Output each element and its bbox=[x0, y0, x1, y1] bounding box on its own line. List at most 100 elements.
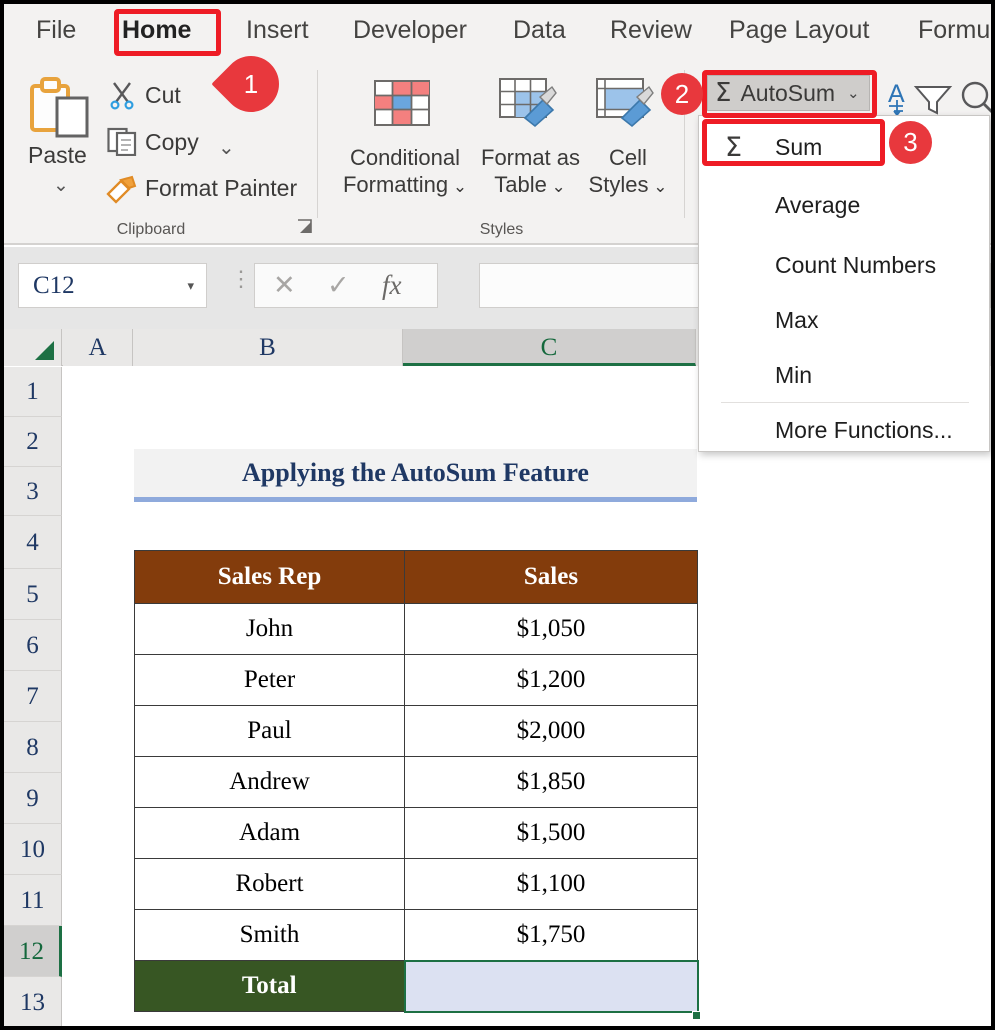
row-header-13[interactable]: 13 bbox=[4, 977, 62, 1026]
cell-styles-label[interactable]: Cell Styles ⌄ bbox=[587, 144, 669, 200]
table-total-row[interactable]: Total bbox=[135, 961, 698, 1012]
table-row[interactable]: John $1,050 bbox=[135, 604, 698, 655]
cell-sales[interactable]: $1,850 bbox=[405, 757, 698, 808]
name-box[interactable]: C12 ▾ bbox=[18, 263, 207, 308]
row-header-5[interactable]: 5 bbox=[4, 569, 62, 620]
tab-review[interactable]: Review bbox=[604, 12, 698, 48]
tab-page-layout[interactable]: Page Layout bbox=[723, 12, 875, 48]
tab-data[interactable]: Data bbox=[507, 12, 572, 48]
menu-item-label: Min bbox=[775, 362, 812, 389]
sheet-title-cell[interactable]: Applying the AutoSum Feature bbox=[134, 449, 697, 497]
clipboard-dialog-launcher-icon[interactable] bbox=[296, 218, 315, 237]
name-box-value: C12 bbox=[33, 272, 75, 300]
menu-item-label: Average bbox=[775, 192, 860, 219]
row-header-7[interactable]: 7 bbox=[4, 671, 62, 722]
table-row[interactable]: Robert $1,100 bbox=[135, 859, 698, 910]
scissors-icon[interactable] bbox=[108, 80, 138, 110]
conditional-formatting-label[interactable]: Conditional Formatting ⌄ bbox=[339, 144, 471, 200]
formula-bar-grip[interactable]: ⋮ bbox=[230, 273, 252, 284]
tab-insert[interactable]: Insert bbox=[240, 12, 315, 48]
table-row[interactable]: Andrew $1,850 bbox=[135, 757, 698, 808]
cell-styles-icon[interactable] bbox=[596, 78, 654, 128]
paste-chevron-down-icon[interactable]: ⌄ bbox=[53, 176, 69, 195]
select-all-triangle-icon bbox=[35, 341, 54, 360]
table-row[interactable]: Paul $2,000 bbox=[135, 706, 698, 757]
group-divider-1 bbox=[317, 70, 318, 218]
cut-label[interactable]: Cut bbox=[145, 82, 181, 109]
sigma-icon: Σ bbox=[715, 80, 731, 106]
name-box-chevron-down-icon[interactable]: ▾ bbox=[187, 278, 194, 294]
callout-badge-3: 3 bbox=[889, 121, 932, 164]
cell-sales[interactable]: $1,200 bbox=[405, 655, 698, 706]
cell-sales[interactable]: $1,500 bbox=[405, 808, 698, 859]
column-header-b[interactable]: B bbox=[133, 329, 403, 366]
row-header-3[interactable]: 3 bbox=[4, 467, 62, 516]
copy-label[interactable]: Copy bbox=[145, 129, 199, 156]
cell-sales[interactable]: $2,000 bbox=[405, 706, 698, 757]
row-header-9[interactable]: 9 bbox=[4, 773, 62, 824]
menu-item-count-numbers[interactable]: Count Numbers bbox=[699, 238, 989, 292]
cancel-icon[interactable]: ✕ bbox=[273, 270, 296, 301]
table-header-sales-rep[interactable]: Sales Rep bbox=[135, 551, 405, 604]
cell-sales-rep[interactable]: Robert bbox=[135, 859, 405, 910]
find-select-icon[interactable] bbox=[959, 80, 991, 120]
cell-total-label[interactable]: Total bbox=[135, 961, 405, 1012]
select-all-button[interactable] bbox=[4, 329, 62, 366]
cell-sales-rep[interactable]: Peter bbox=[135, 655, 405, 706]
sales-data-table: Sales Rep Sales John $1,050 Peter $1,200… bbox=[134, 550, 699, 1013]
row-header-8[interactable]: 8 bbox=[4, 722, 62, 773]
column-header-a[interactable]: A bbox=[63, 329, 133, 366]
format-painter-icon[interactable] bbox=[105, 174, 139, 204]
menu-item-more-functions[interactable]: More Functions... bbox=[699, 403, 989, 457]
cell-sales-rep[interactable]: Andrew bbox=[135, 757, 405, 808]
cell-sales[interactable]: $1,050 bbox=[405, 604, 698, 655]
tab-formulas[interactable]: Formulas bbox=[912, 12, 991, 48]
menu-item-label: Sum bbox=[775, 134, 822, 161]
table-header-row: Sales Rep Sales bbox=[135, 551, 698, 604]
row-header-4[interactable]: 4 bbox=[4, 516, 62, 569]
paste-icon[interactable] bbox=[27, 76, 93, 138]
row-header-11[interactable]: 11 bbox=[4, 875, 62, 926]
table-header-sales[interactable]: Sales bbox=[405, 551, 698, 604]
row-header-6[interactable]: 6 bbox=[4, 620, 62, 671]
menu-item-sum[interactable]: Σ Sum bbox=[699, 120, 989, 174]
autosum-dropdown-menu: Σ Sum Average Count Numbers Max Min More… bbox=[698, 115, 990, 452]
format-as-table-icon[interactable] bbox=[499, 78, 557, 128]
cell-sales[interactable]: $1,100 bbox=[405, 859, 698, 910]
paste-label[interactable]: Paste bbox=[28, 142, 87, 169]
tab-developer[interactable]: Developer bbox=[347, 12, 473, 48]
cell-sales[interactable]: $1,750 bbox=[405, 910, 698, 961]
fill-handle[interactable] bbox=[692, 1011, 701, 1020]
table-row[interactable]: Peter $1,200 bbox=[135, 655, 698, 706]
row-header-1[interactable]: 1 bbox=[4, 367, 62, 417]
menu-item-max[interactable]: Max bbox=[699, 293, 989, 347]
cell-sales-rep[interactable]: Paul bbox=[135, 706, 405, 757]
autosum-button[interactable]: Σ AutoSum ⌄ bbox=[707, 75, 870, 111]
cell-total-value-selected[interactable] bbox=[405, 961, 698, 1012]
tab-home[interactable]: Home bbox=[116, 12, 197, 48]
table-row[interactable]: Adam $1,500 bbox=[135, 808, 698, 859]
cell-sales-rep[interactable]: Adam bbox=[135, 808, 405, 859]
column-header-c[interactable]: C bbox=[403, 329, 696, 366]
format-painter-label[interactable]: Format Painter bbox=[145, 175, 297, 202]
table-row[interactable]: Smith $1,750 bbox=[135, 910, 698, 961]
row-header-2[interactable]: 2 bbox=[4, 417, 62, 467]
format-as-table-label[interactable]: Format as Table ⌄ bbox=[481, 144, 579, 200]
cell-sales-rep[interactable]: Smith bbox=[135, 910, 405, 961]
row-header-12[interactable]: 12 bbox=[4, 926, 62, 977]
tab-home-underline bbox=[125, 51, 209, 54]
insert-function-icon[interactable]: fx bbox=[382, 270, 402, 301]
copy-chevron-down-icon[interactable]: ⌄ bbox=[218, 138, 235, 158]
cell-sales-rep[interactable]: John bbox=[135, 604, 405, 655]
menu-item-min[interactable]: Min bbox=[699, 348, 989, 402]
copy-icon[interactable] bbox=[107, 126, 139, 156]
sort-filter-icon[interactable]: A bbox=[888, 80, 954, 116]
tab-file[interactable]: File bbox=[30, 12, 82, 48]
conditional-formatting-icon[interactable] bbox=[374, 80, 430, 126]
autosum-chevron-down-icon[interactable]: ⌄ bbox=[847, 84, 860, 102]
row-header-10[interactable]: 10 bbox=[4, 824, 62, 875]
formula-action-buttons: ✕ ✓ fx bbox=[254, 263, 438, 308]
enter-icon[interactable]: ✓ bbox=[327, 270, 350, 301]
sheet-content: Applying the AutoSum Feature Sales Rep S… bbox=[63, 367, 991, 1026]
menu-item-average[interactable]: Average bbox=[699, 178, 989, 232]
